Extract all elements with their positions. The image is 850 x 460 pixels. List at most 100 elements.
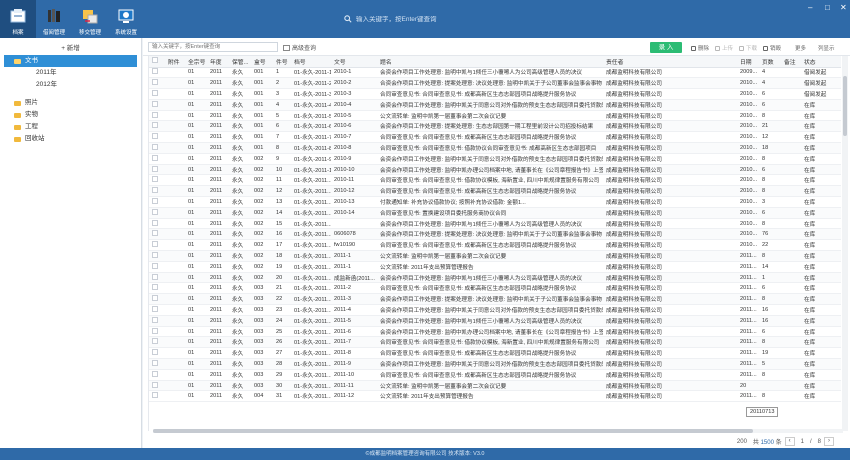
row-checkbox[interactable]	[152, 338, 158, 345]
row-checkbox[interactable]	[152, 100, 158, 107]
table-row[interactable]: 01 2011 永久 002 19 01-永久-2011... 2011-1 公文流转单: 2…	[149, 261, 841, 273]
more-button[interactable]: 更多	[795, 44, 806, 52]
row-checkbox[interactable]	[152, 316, 158, 323]
row-checkbox[interactable]	[152, 79, 158, 86]
maximize-icon[interactable]: □	[825, 3, 830, 12]
table-row[interactable]: 01 2011 永久 001 4 01-永久-2011-4 2010-4 会资会作项目工作处理…	[149, 99, 841, 111]
tree-item[interactable]: 2012年	[0, 79, 141, 91]
table-row[interactable]: 01 2011 永久 001 3 01-永久-2011-3 2010-3 合同审查意见书: 合…	[149, 88, 841, 100]
close-icon[interactable]: ✕	[840, 3, 847, 12]
column-header[interactable]: 备注	[781, 56, 801, 68]
nav-item-archive[interactable]: 档案	[0, 0, 36, 38]
quick-search-input[interactable]	[148, 42, 278, 52]
page-size-select[interactable]: 200	[737, 439, 747, 445]
column-header[interactable]: 盒号	[251, 56, 273, 68]
column-header[interactable]: 文号	[331, 56, 377, 68]
row-checkbox[interactable]	[152, 68, 158, 75]
column-display-button[interactable]: 列显示	[818, 44, 835, 52]
select-all-checkbox[interactable]	[152, 57, 158, 64]
row-checkbox[interactable]	[152, 187, 158, 194]
tree-item[interactable]: 回收站	[0, 133, 141, 145]
table-row[interactable]: 01 2011 永久 002 13 01-永久-2011... 2010-13 付款通知单: …	[149, 196, 841, 208]
row-checkbox[interactable]	[152, 392, 158, 399]
column-header[interactable]: 件号	[273, 56, 291, 68]
add-category-button[interactable]: + 新增	[51, 42, 91, 52]
table-row[interactable]: 01 2011 永久 001 1 01-永久-2011-1 2010-1 会资会作项目工作处理…	[149, 67, 841, 79]
advanced-search-button[interactable]: 高级查询	[283, 43, 316, 52]
next-page-button[interactable]: ›	[824, 437, 834, 446]
row-checkbox[interactable]	[152, 154, 158, 161]
table-row[interactable]: 01 2011 永久 001 5 01-永久-2011-5 2010-5 公文流转单: 监明中…	[149, 110, 841, 122]
column-header[interactable]: 日期	[737, 56, 759, 68]
table-row[interactable]: 01 2011 永久 003 28 01-永久-2011... 2011-9 会资会作项目工作…	[149, 358, 841, 370]
table-row[interactable]: 012011永久0021001-永久-2011-102010-10会资会作项目工…	[149, 164, 841, 176]
table-row[interactable]: 01 2011 永久 001 7 01-永久-2011-7 2010-7 合同审查意见书: 合…	[149, 131, 841, 144]
vertical-scrollbar[interactable]	[842, 56, 848, 431]
table-row[interactable]: 01 2011 永久 001 6 01-永久-2011-6 2010-6 会资会作项目工作处理…	[149, 120, 841, 133]
nav-item-settings[interactable]: 系统设置	[108, 0, 144, 38]
horizontal-scroll-thumb[interactable]	[153, 429, 753, 433]
tree-item[interactable]: 2011年	[0, 67, 141, 79]
row-checkbox[interactable]	[152, 133, 158, 140]
column-header[interactable]: 责任者	[603, 56, 737, 68]
table-row[interactable]: 01 2011 永久 003 29 01-永久-2011... 2011-10 合同审查意见书…	[149, 369, 841, 381]
tree-item[interactable]: 照片	[0, 97, 141, 109]
row-checkbox[interactable]	[152, 295, 158, 302]
row-checkbox[interactable]	[152, 262, 158, 269]
row-checkbox[interactable]	[152, 111, 158, 118]
nav-item-transfer[interactable]: 移交管理	[72, 0, 108, 38]
search-input[interactable]	[356, 15, 506, 23]
table-row[interactable]: 01 2011 永久 002 20 01-永久-2011... 成监新函(2011... 会资…	[149, 272, 841, 284]
row-checkbox[interactable]	[152, 230, 158, 237]
horizontal-scrollbar[interactable]	[153, 429, 843, 433]
table-row[interactable]: 01 2011 永久 001 2 01-永久-2011-2 2010-2 合资会作项目工作处理…	[149, 77, 841, 90]
row-checkbox[interactable]	[152, 122, 158, 129]
table-row[interactable]: 01 2011 永久 002 9 01-永久-2011-9 2010-9 会资会作项目工作处理…	[149, 153, 841, 165]
prev-page-button[interactable]: ‹	[784, 437, 795, 446]
column-header[interactable]: 附件	[165, 56, 185, 68]
table-row[interactable]: 01 2011 永久 004 31 01-永久-2011... 2011-12 公文流转单: …	[149, 390, 841, 403]
row-checkbox[interactable]	[152, 241, 158, 248]
row-checkbox[interactable]	[152, 370, 158, 377]
destroy-button[interactable]: 销毁	[763, 44, 781, 52]
table-row[interactable]: 01 2011 永久 002 15 01-永久-2011... 会资会作项目工作处理意: 监…	[149, 218, 841, 230]
table-row[interactable]: 01 2011 永久 003 21 01-永久-2011... 2011-2 合同审查意见书:…	[149, 282, 841, 295]
delete-button[interactable]: 删除	[691, 44, 709, 52]
minimize-icon[interactable]: –	[808, 3, 812, 12]
table-row[interactable]: 01 2011 永久 002 12 01-永久-2011... 2010-12 合同审查意见书…	[149, 185, 841, 198]
column-header[interactable]: 题名	[377, 56, 603, 68]
table-row[interactable]: 01 2011 永久 002 16 01-永久-2011... 0606078 会资会作项目工…	[149, 228, 841, 241]
upload-button[interactable]: 上传	[715, 44, 733, 52]
row-checkbox[interactable]	[152, 208, 158, 215]
column-header[interactable]: 年度	[207, 56, 229, 68]
current-page[interactable]: 1	[801, 439, 804, 445]
tree-item[interactable]: 文书	[4, 55, 137, 67]
nav-item-books[interactable]: 借阅管理	[36, 0, 72, 38]
row-checkbox[interactable]	[152, 143, 158, 150]
row-checkbox[interactable]	[152, 251, 158, 258]
table-row[interactable]: 01 2011 永久 003 30 01-永久-2011... 2011-11 公文流转单: …	[149, 380, 841, 392]
tree-item[interactable]: 实物	[0, 109, 141, 121]
table-row[interactable]: 01 2011 永久 003 27 01-永久-2011... 2011-8 合同审查意见书:…	[149, 347, 841, 360]
row-checkbox[interactable]	[152, 165, 158, 172]
table-row[interactable]: 01 2011 永久 001 8 01-永久-2011-8 2010-8 合同审查意见书: 合…	[149, 142, 841, 154]
table-row[interactable]: 01 2011 永久 002 18 01-永久-2011... 2011-1 公文流转单: 监…	[149, 250, 841, 262]
row-checkbox[interactable]	[152, 359, 158, 366]
row-checkbox[interactable]	[152, 219, 158, 226]
table-row[interactable]: 01 2011 永久 002 14 01-永久-2011... 2010-14 合同审查意见书…	[149, 207, 841, 219]
table-row[interactable]: 01 2011 永久 003 24 01-永久-2011... 2011-5 会资会作项目工作…	[149, 315, 841, 327]
row-checkbox[interactable]	[152, 305, 158, 312]
import-button[interactable]: 录 入	[650, 42, 682, 53]
row-checkbox[interactable]	[152, 197, 158, 204]
row-checkbox[interactable]	[152, 284, 158, 291]
row-checkbox[interactable]	[152, 273, 158, 280]
table-row[interactable]: 01 2011 永久 002 17 01-永久-2011... fw10190 合同审查意见书…	[149, 239, 841, 252]
table-row[interactable]: 01 2011 永久 003 23 01-永久-2011... 2011-4 会资会作项目工作…	[149, 304, 841, 316]
tree-item[interactable]: 工程	[0, 121, 141, 133]
row-checkbox[interactable]	[152, 381, 158, 388]
table-row[interactable]: 01 2011 永久 003 25 01-永久-2011... 2011-6 会资会作项目工作…	[149, 326, 841, 338]
vertical-scroll-thumb[interactable]	[843, 76, 847, 136]
column-header[interactable]: 全宗号	[185, 56, 207, 68]
column-header[interactable]	[149, 56, 165, 68]
row-checkbox[interactable]	[152, 176, 158, 183]
